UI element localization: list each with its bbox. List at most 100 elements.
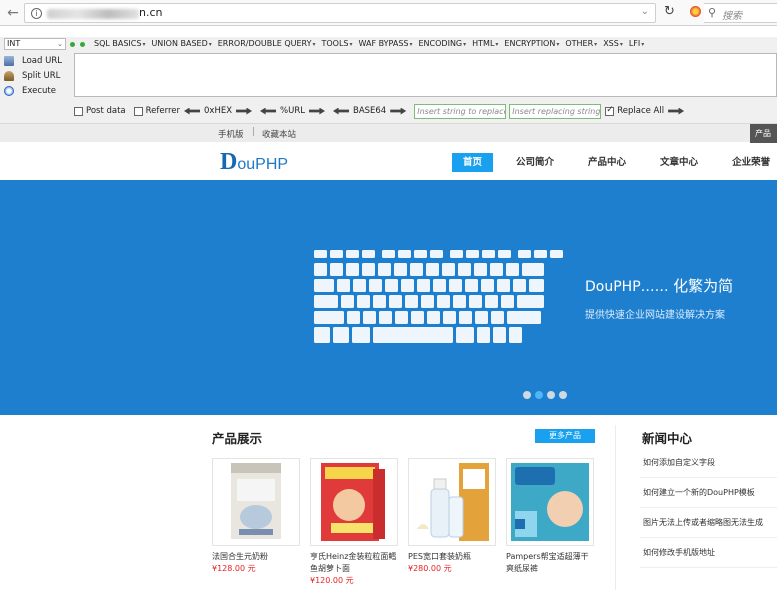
product-image-bottles[interactable] [408, 458, 496, 546]
search-box[interactable]: ⚲ 搜索 [704, 3, 777, 23]
hex-encode-arrow-icon[interactable] [236, 107, 253, 115]
menu-html[interactable]: HTML [472, 39, 498, 48]
more-products-button[interactable]: 更多产品 [535, 429, 595, 443]
url-bar[interactable]: i n.cn ⌄ [24, 3, 656, 23]
url-encode-arrow-icon[interactable] [308, 107, 325, 115]
url-textarea[interactable] [74, 53, 777, 97]
news-divider [640, 567, 777, 568]
bookmark-site-link[interactable]: 收藏本站 [262, 128, 296, 140]
keyboard-key [474, 263, 487, 276]
int-select[interactable]: INT ⌄ [4, 38, 66, 50]
site-logo[interactable]: D ouPHP [220, 149, 288, 176]
keyboard-key [378, 263, 391, 276]
keyboard-key [501, 295, 514, 308]
split-url-button[interactable]: Split URL [4, 68, 70, 83]
nav-home[interactable]: 首页 [452, 153, 494, 172]
int-select-value: INT [7, 39, 21, 48]
product-card[interactable]: Pampers帮宝适超薄干爽纸尿裤 [506, 458, 594, 575]
keyboard-key [485, 295, 498, 308]
product-image-heinz[interactable] [310, 458, 398, 546]
nav-articles[interactable]: 文章中心 [649, 153, 709, 172]
url-redacted [47, 9, 139, 19]
mobile-version-link[interactable]: 手机版 [218, 128, 244, 140]
menu-encryption[interactable]: ENCRYPTION [504, 39, 559, 48]
replace-arrow-icon[interactable] [668, 107, 685, 115]
keyboard-key [389, 295, 402, 308]
keyboard-key [346, 250, 359, 258]
hex-decode-arrow-icon[interactable] [184, 107, 200, 115]
product-price: ¥280.00 元 [408, 564, 452, 573]
hackbar-addon-icon[interactable] [690, 6, 701, 17]
load-url-button[interactable]: Load URL [4, 53, 70, 68]
insert-string-input[interactable]: Insert string to replace [414, 103, 507, 119]
hero-banner[interactable]: DouPHP…… 化繁为简 提供快速企业网站建设解决方案 [0, 180, 777, 415]
base64-encode-arrow-icon[interactable] [390, 107, 407, 115]
post-data-checkbox[interactable] [74, 106, 83, 116]
menu-sql-basics[interactable]: SQL BASICS [94, 39, 145, 48]
base64-decode-arrow-icon[interactable] [332, 107, 349, 115]
keyboard-key [394, 263, 407, 276]
hackbar-menu: SQL BASICS UNION BASED ERROR/DOUBLE QUER… [94, 39, 644, 48]
product-name[interactable]: Pampers帮宝适超薄干爽纸尿裤 [506, 551, 594, 575]
keyboard-key [401, 279, 414, 292]
chevron-down-icon[interactable]: ⌄ [641, 6, 649, 17]
carousel-dot-active[interactable] [535, 391, 543, 399]
url-encode-label: %URL [280, 106, 305, 116]
keyboard-key [395, 311, 408, 324]
search-icon: ⚲ [708, 6, 717, 19]
banner-title: DouPHP…… 化繁为简 [585, 275, 733, 296]
menu-encoding[interactable]: ENCODING [419, 39, 467, 48]
referrer-checkbox[interactable] [133, 106, 143, 116]
menu-other[interactable]: OTHER [565, 39, 597, 48]
keyboard-key [437, 295, 450, 308]
product-image-pampers[interactable] [506, 458, 594, 546]
plus-indicator-icon[interactable] [80, 42, 85, 47]
replace-all-checkbox[interactable] [605, 105, 615, 116]
menu-lfi[interactable]: LFI [629, 39, 644, 48]
nav-about[interactable]: 公司简介 [505, 153, 565, 172]
product-image-formula[interactable] [212, 458, 300, 546]
keyboard-key [534, 250, 547, 258]
keyboard-key [341, 295, 354, 308]
nav-products[interactable]: 产品中心 [577, 153, 637, 172]
minus-indicator-icon[interactable] [70, 42, 75, 47]
carousel-dot[interactable] [559, 391, 567, 399]
banner-title-big: 化繁为简 [673, 277, 734, 295]
menu-union-based[interactable]: UNION BASED [151, 39, 211, 48]
product-card[interactable]: 法国合生元奶粉 ¥128.00 元 [212, 458, 300, 574]
execute-button[interactable]: Execute [4, 83, 70, 98]
info-icon[interactable]: i [31, 8, 42, 19]
keyboard-key [475, 311, 488, 324]
product-name[interactable]: PES宽口套装奶瓶 [408, 551, 496, 563]
back-arrow-icon[interactable]: ← [4, 4, 22, 22]
product-name[interactable]: 亨氏Heinz金装粒粒面鳕鱼胡萝卜面 [310, 551, 398, 575]
keyboard-key [498, 250, 511, 258]
news-item[interactable]: 如何修改手机版地址 [643, 547, 715, 558]
keyboard-key [410, 263, 423, 276]
news-item[interactable]: 如何建立一个新的DouPHP模板 [643, 487, 755, 498]
keyboard-key [363, 311, 376, 324]
news-item[interactable]: 如何添加自定义字段 [643, 457, 715, 468]
news-item[interactable]: 图片无法上传或者缩略图无法生成 [643, 517, 763, 528]
product-card[interactable]: 亨氏Heinz金装粒粒面鳕鱼胡萝卜面 ¥120.00 元 [310, 458, 398, 586]
menu-waf-bypass[interactable]: WAF BYPASS [359, 39, 413, 48]
menu-tools[interactable]: TOOLS [321, 39, 352, 48]
keyboard-key [411, 311, 424, 324]
keyboard-key [314, 295, 338, 308]
carousel-dot[interactable] [547, 391, 555, 399]
product-name[interactable]: 法国合生元奶粉 [212, 551, 300, 563]
product-tag[interactable]: 产品展 [750, 124, 777, 143]
keyboard-key [465, 279, 478, 292]
reload-icon[interactable]: ↻ [664, 4, 675, 19]
url-decode-arrow-icon[interactable] [260, 107, 277, 115]
keyboard-key [362, 263, 375, 276]
replacing-string-input[interactable]: Insert replacing string [509, 103, 602, 119]
carousel-dot[interactable] [523, 391, 531, 399]
menu-xss[interactable]: XSS [603, 39, 623, 48]
product-card[interactable]: PES宽口套装奶瓶 ¥280.00 元 [408, 458, 496, 574]
keyboard-key [314, 327, 330, 343]
news-divider [640, 477, 777, 478]
menu-error-double-query[interactable]: ERROR/DOUBLE QUERY [218, 39, 316, 48]
nav-honors[interactable]: 企业荣誉 [721, 153, 777, 172]
split-url-label: Split URL [22, 70, 61, 81]
